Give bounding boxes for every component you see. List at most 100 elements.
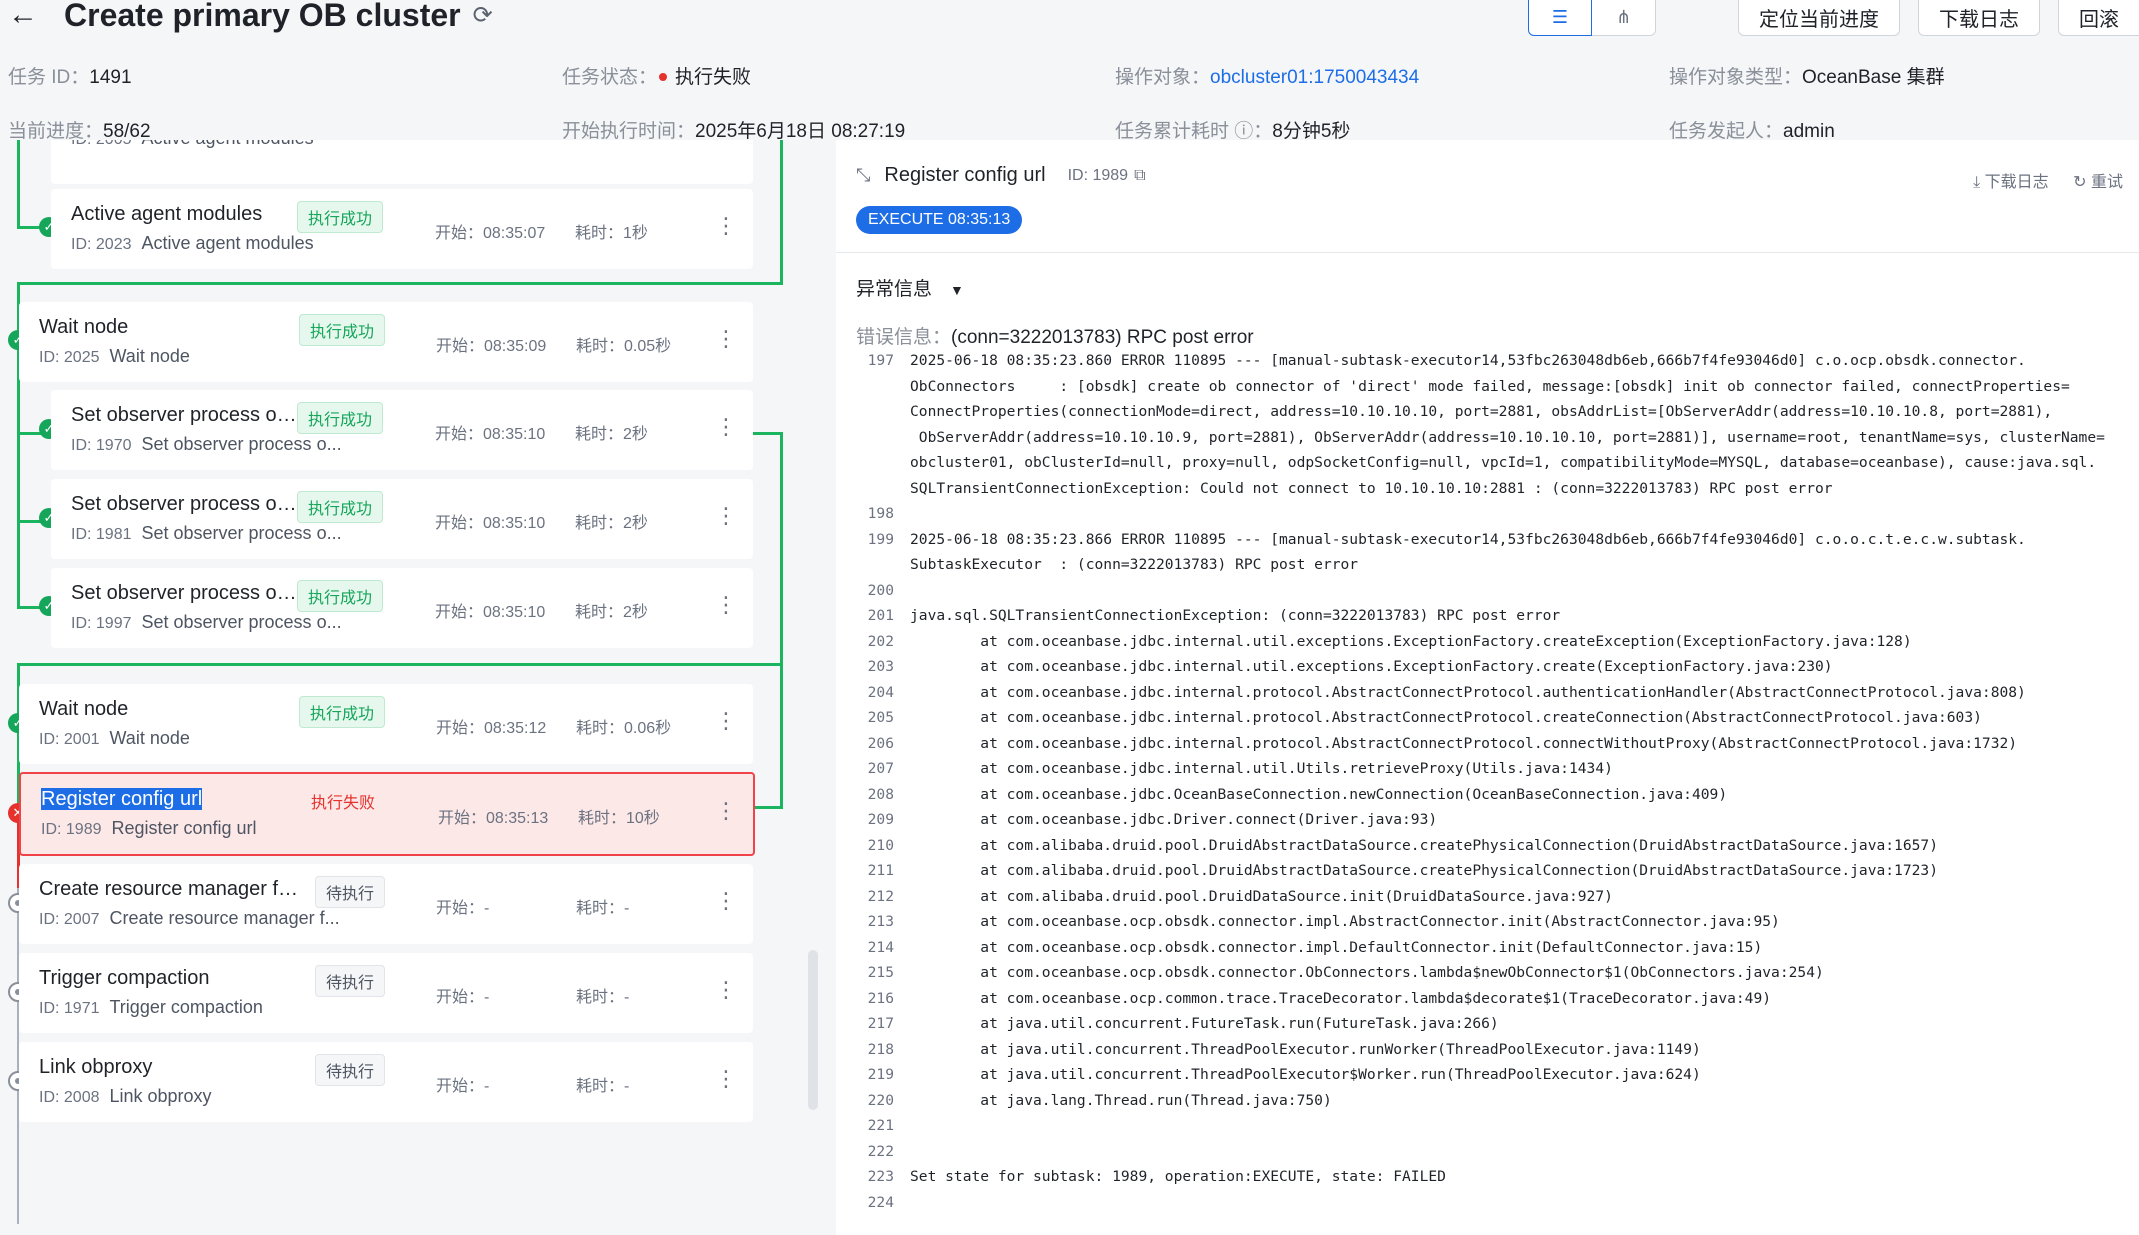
log-line: SQLTransientConnectionException: Could n… xyxy=(836,476,2139,502)
log-line-number: 204 xyxy=(867,683,894,701)
copy-icon[interactable]: ⧉ xyxy=(1134,167,1145,185)
task-node[interactable]: Trigger compaction ID: 1971 Trigger compa… xyxy=(19,953,753,1033)
more-icon[interactable]: ⋮ xyxy=(715,977,737,1003)
more-icon[interactable]: ⋮ xyxy=(715,213,737,239)
log-line-text: at com.alibaba.druid.pool.DruidAbstractD… xyxy=(910,836,1938,854)
log-line-number: 220 xyxy=(867,1091,894,1109)
task-detail-panel: ⤡ Register config url ID: 1989 ⧉ ⤓ 下载日志 … xyxy=(836,140,2139,1235)
log-line-text: at java.util.concurrent.ThreadPoolExecut… xyxy=(910,1040,1701,1058)
log-line-number: 222 xyxy=(867,1142,894,1160)
log-line: 200 xyxy=(836,578,2139,604)
log-line-text: ObServerAddr(address=10.10.10.9, port=28… xyxy=(910,428,2105,446)
task-node[interactable]: Wait node ID: 2025 Wait node 执行成功 开始：08:3… xyxy=(19,302,753,382)
log-line-text: at com.oceanbase.jdbc.internal.util.exce… xyxy=(910,632,1912,650)
log-line-text: at com.alibaba.druid.pool.DruidAbstractD… xyxy=(910,862,1938,879)
log-line: 197 2025-06-18 08:35:23.860 ERROR 110895 … xyxy=(836,348,2139,374)
log-line-text: SQLTransientConnectionException: Could n… xyxy=(910,479,1833,497)
task-node[interactable]: Set observer process o… ID: 1970 Set obse… xyxy=(51,390,753,470)
log-line-text: ConnectProperties(connectionMode=direct,… xyxy=(910,403,2053,420)
log-line-number: 216 xyxy=(867,989,894,1007)
log-line: ObConnectors : [obsdk] create ob connect… xyxy=(836,374,2139,400)
log-line-number: 206 xyxy=(867,734,894,752)
task-node[interactable]: Active agent modules ID: 2023 Active agen… xyxy=(51,189,753,269)
log-line-number: 211 xyxy=(867,862,894,879)
more-icon[interactable]: ⋮ xyxy=(715,798,737,824)
log-line: 220 at java.lang.Thread.run(Thread.java:… xyxy=(836,1088,2139,1114)
task-node[interactable]: Set observer process o… ID: 1997 Set obse… xyxy=(51,568,753,648)
log-line-number: 199 xyxy=(867,530,894,548)
log-line-number: 202 xyxy=(867,632,894,650)
log-line-text: at com.oceanbase.jdbc.internal.util.exce… xyxy=(910,658,1833,675)
log-line-number: 210 xyxy=(867,836,894,854)
download-log-link[interactable]: ⤓ 下载日志 xyxy=(1973,174,2049,191)
log-line-number: 207 xyxy=(867,760,894,777)
locate-progress-button[interactable]: 定位当前进度 xyxy=(1738,0,1900,36)
log-line: 201 java.sql.SQLTransientConnectionExcept… xyxy=(836,603,2139,629)
log-line-number: 212 xyxy=(867,887,894,905)
more-icon[interactable]: ⋮ xyxy=(715,888,737,914)
log-line: SubtaskExecutor : (conn=3222013783) RPC … xyxy=(836,552,2139,578)
log-line-text: SubtaskExecutor : (conn=3222013783) RPC … xyxy=(910,556,1359,573)
status-badge: 执行成功 xyxy=(297,201,384,233)
back-arrow-icon[interactable]: ← xyxy=(8,0,38,30)
refresh-icon[interactable]: ⟳ xyxy=(473,1,493,30)
log-line: 206 at com.oceanbase.jdbc.internal.proto… xyxy=(836,731,2139,757)
log-line-text: at com.alibaba.druid.pool.DruidDataSourc… xyxy=(910,887,1613,905)
flow-view-icon[interactable]: ⋔ xyxy=(1592,0,1656,36)
status-badge: 待执行 xyxy=(315,965,386,997)
more-icon[interactable]: ⋮ xyxy=(715,414,737,440)
log-line-text: at com.oceanbase.ocp.obsdk.connector.ObC… xyxy=(910,964,1824,981)
status-badge: 执行成功 xyxy=(297,580,384,612)
log-line: 216 at com.oceanbase.ocp.common.trace.Tr… xyxy=(836,986,2139,1012)
log-line: 212 at com.alibaba.druid.pool.DruidDataS… xyxy=(836,884,2139,910)
collapse-icon[interactable]: ⤡ xyxy=(856,165,870,186)
log-line-text: at com.oceanbase.jdbc.internal.protocol.… xyxy=(910,683,2026,701)
status-badge: 待执行 xyxy=(315,1054,386,1086)
task-node[interactable]: Link obproxy ID: 2008 Link obproxy 待执行 开始… xyxy=(19,1042,753,1122)
log-line: 204 at com.oceanbase.jdbc.internal.proto… xyxy=(836,680,2139,706)
log-line-number: 219 xyxy=(867,1066,894,1083)
download-log-button[interactable]: 下载日志 xyxy=(1918,0,2040,36)
more-icon[interactable]: ⋮ xyxy=(715,708,737,734)
log-line-text: at com.oceanbase.ocp.obsdk.connector.imp… xyxy=(910,938,1763,956)
retry-link[interactable]: ↻ 重试 xyxy=(2073,174,2123,191)
log-line-text: 2025-06-18 08:35:23.866 ERROR 110895 ---… xyxy=(910,530,2026,548)
elapsed-time: 任务累计耗时 ⓘ：8分钟5秒 xyxy=(1115,121,1351,142)
more-icon[interactable]: ⋮ xyxy=(715,1066,737,1092)
scrollbar-thumb[interactable] xyxy=(808,950,818,1110)
more-icon[interactable]: ⋮ xyxy=(715,503,737,529)
log-line-text: 2025-06-18 08:35:23.860 ERROR 110895 ---… xyxy=(910,352,2026,369)
more-icon[interactable]: ⋮ xyxy=(715,592,737,618)
status-badge: 待执行 xyxy=(315,876,386,908)
task-node[interactable]: Create resource manager f… ID: 2007 Creat… xyxy=(19,864,753,944)
log-line-number: 201 xyxy=(867,607,894,624)
task-node-selected[interactable]: Register config url ID: 1989 Register con… xyxy=(19,772,755,856)
exception-section-toggle[interactable]: 异常信息 ▼ xyxy=(856,274,964,301)
task-node[interactable]: Set observer process o… ID: 1981 Set obse… xyxy=(51,479,753,559)
log-line-text: at java.lang.Thread.run(Thread.java:750) xyxy=(910,1091,1332,1109)
task-node[interactable]: Wait node ID: 2001 Wait node 执行成功 开始：08:3… xyxy=(19,684,753,764)
log-line: 205 at com.oceanbase.jdbc.internal.proto… xyxy=(836,705,2139,731)
rollback-button[interactable]: 回滚 xyxy=(2058,0,2139,36)
log-line-number: 197 xyxy=(867,352,894,369)
status-dot-icon xyxy=(659,72,668,81)
log-line-number: 200 xyxy=(867,581,894,599)
list-view-icon[interactable]: ☰ xyxy=(1528,0,1592,36)
execute-tag[interactable]: EXECUTE 08:35:13 xyxy=(856,206,1023,234)
start-time: 开始执行时间：2025年6月18日 08:27:19 xyxy=(562,121,906,142)
log-line-text: at com.oceanbase.jdbc.internal.protocol.… xyxy=(910,709,1982,726)
log-line: 211 at com.alibaba.druid.pool.DruidAbstr… xyxy=(836,858,2139,884)
log-line-text: at com.oceanbase.jdbc.internal.util.Util… xyxy=(910,760,1613,777)
status-badge: 执行成功 xyxy=(297,402,384,434)
task-node[interactable]: ID: 2005Active agent modules xyxy=(51,140,753,184)
log-line-number: 221 xyxy=(867,1117,894,1134)
log-line-text: ObConnectors : [obsdk] create ob connect… xyxy=(910,377,2070,395)
log-line: 221 xyxy=(836,1113,2139,1139)
status-badge: 执行失败 xyxy=(301,786,386,816)
target-link[interactable]: obcluster01:1750043434 xyxy=(1210,67,1419,88)
log-line-number: 223 xyxy=(867,1168,894,1185)
log-line-text: at com.oceanbase.ocp.obsdk.connector.imp… xyxy=(910,913,1780,930)
more-icon[interactable]: ⋮ xyxy=(715,326,737,352)
log-line: 224 xyxy=(836,1190,2139,1216)
log-line-number: 208 xyxy=(867,785,894,803)
